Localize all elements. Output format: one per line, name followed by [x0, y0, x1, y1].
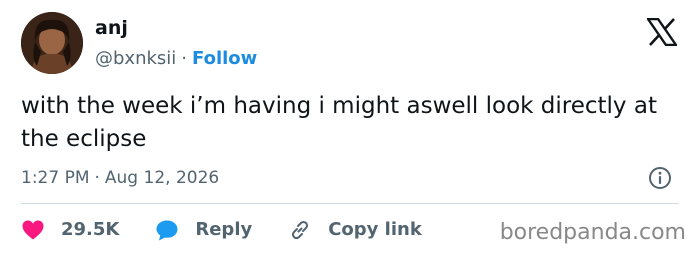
watermark: boredpanda.com: [499, 220, 686, 245]
copy-link-button[interactable]: Copy link: [288, 218, 422, 242]
like-button[interactable]: 29.5K: [21, 218, 119, 242]
reply-label: Reply: [195, 219, 253, 240]
avatar-image: [21, 12, 83, 74]
link-icon: [292, 220, 309, 240]
avatar[interactable]: [21, 12, 83, 74]
follow-button[interactable]: Follow: [192, 48, 257, 69]
reply-button[interactable]: Reply: [155, 218, 252, 242]
divider: [21, 203, 679, 204]
tweet-date: Aug 12, 2026: [104, 168, 220, 188]
heart-icon: [22, 220, 44, 240]
author-handle-row: @bxnksii · Follow: [95, 47, 257, 71]
like-count: 29.5K: [61, 219, 120, 240]
reply-bubble-icon: [156, 220, 178, 241]
tweet-timestamp[interactable]: 1:27 PM · Aug 12, 2026: [21, 167, 219, 189]
timestamp-separator: ·: [94, 168, 100, 188]
tweet-text: with the week i’m having i might aswell …: [21, 93, 657, 152]
x-logo-icon[interactable]: [647, 18, 677, 46]
tweet-card: anj @bxnksii · Follow with the week i’m ha…: [0, 0, 700, 256]
tweet-time: 1:27 PM: [21, 168, 90, 188]
author-handle[interactable]: @bxnksii: [95, 48, 176, 69]
copy-link-label: Copy link: [328, 219, 422, 240]
handle-separator: ·: [181, 48, 188, 69]
action-bar: 29.5K Reply Copy link: [21, 216, 458, 244]
author-name[interactable]: anj: [95, 16, 128, 40]
info-icon[interactable]: [648, 166, 672, 190]
